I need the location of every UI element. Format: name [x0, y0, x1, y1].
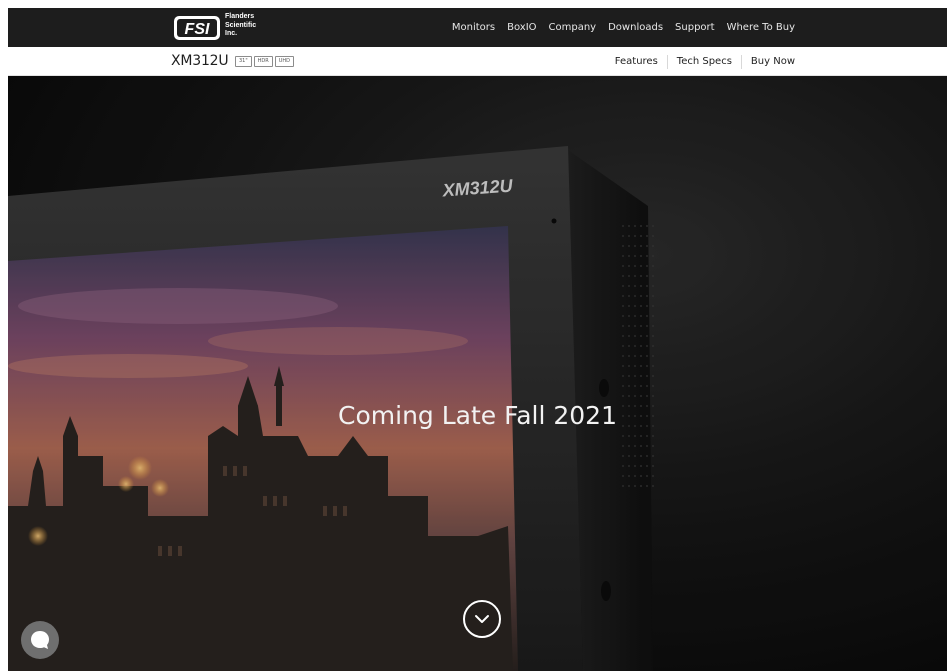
nav-support[interactable]: Support	[675, 22, 715, 33]
badge-uhd: UHD	[274, 56, 295, 67]
svg-text:FSI: FSI	[185, 21, 210, 38]
monitor-image: XM312U	[8, 76, 947, 671]
scroll-down-button[interactable]	[463, 600, 501, 638]
nav-where-to-buy[interactable]: Where To Buy	[727, 22, 795, 33]
product-model-name: XM312U	[171, 53, 229, 69]
top-navigation: FSI Flanders Scientific Inc. Monitors Bo…	[8, 8, 947, 47]
nav-company[interactable]: Company	[549, 22, 597, 33]
subnav-tech-specs[interactable]: Tech Specs	[666, 54, 741, 69]
fsi-logo-mark: FSI	[174, 16, 220, 40]
subnav-buy-now[interactable]: Buy Now	[740, 54, 795, 69]
product-badges: 31" HDR UHD	[235, 56, 295, 67]
company-name-line-1: Flanders	[225, 13, 255, 20]
nav-downloads[interactable]: Downloads	[608, 22, 663, 33]
company-name-line-3: Inc.	[225, 30, 238, 37]
chat-button[interactable]	[21, 621, 59, 659]
company-name: Flanders Scientific Inc.	[225, 13, 256, 39]
company-name-line-2: Scientific	[225, 21, 257, 29]
product-subnav: XM312U 31" HDR UHD Features Tech Specs B…	[8, 47, 947, 76]
hero-banner: XM312U Coming Late Fall 2021	[8, 76, 947, 671]
badge-size: 31"	[235, 56, 252, 67]
subnav-features[interactable]: Features	[606, 55, 667, 69]
product-subnav-links: Features Tech Specs Buy Now	[606, 47, 795, 76]
nav-boxio[interactable]: BoxIO	[507, 22, 536, 33]
hero-title: Coming Late Fall 2021	[338, 401, 617, 430]
chat-bubble-icon	[31, 631, 49, 649]
nav-monitors[interactable]: Monitors	[452, 22, 495, 33]
fsi-logo[interactable]: FSI Flanders Scientific Inc.	[173, 13, 283, 43]
main-nav-links: Monitors BoxIO Company Downloads Support…	[440, 8, 795, 47]
chevron-down-icon	[475, 615, 489, 623]
badge-hdr: HDR	[253, 56, 273, 67]
